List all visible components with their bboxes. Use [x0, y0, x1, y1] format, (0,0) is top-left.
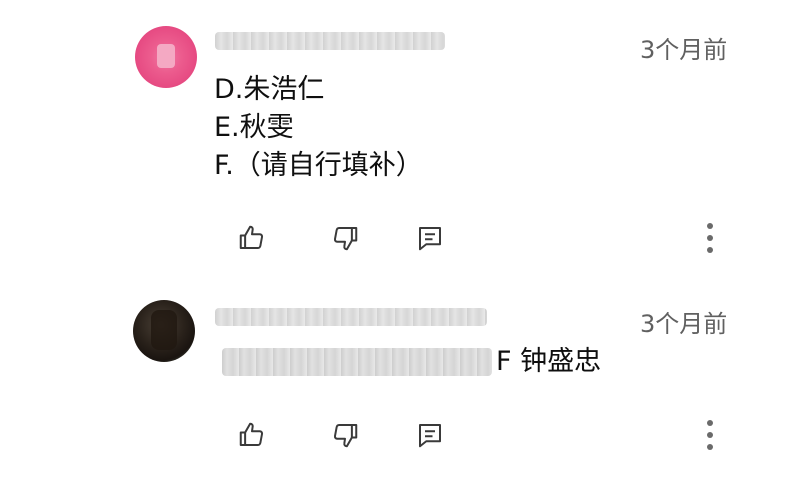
more-vertical-icon [698, 417, 722, 453]
avatar[interactable] [135, 26, 197, 88]
comment-text: F 钟盛忠 [496, 346, 602, 377]
more-vertical-icon [698, 220, 722, 256]
comment-thread-item: 3个月前 D.朱浩仁 E.秋雯 F.（请自行填补） [0, 0, 800, 280]
comment-timestamp[interactable]: 3个月前 [640, 30, 727, 65]
reply-comment-icon [415, 223, 445, 253]
like-button[interactable] [232, 415, 272, 455]
comment-text-line: E.秋雯 [214, 112, 294, 143]
avatar[interactable] [133, 300, 195, 362]
comment-timestamp[interactable]: 3个月前 [640, 304, 727, 339]
thumbs-down-icon [330, 420, 360, 450]
avatar-photo [151, 310, 177, 350]
thumbs-up-icon [237, 223, 267, 253]
avatar-initial [157, 44, 175, 68]
dislike-button[interactable] [325, 218, 365, 258]
dislike-button[interactable] [325, 415, 365, 455]
more-options-button[interactable] [690, 218, 730, 258]
thumbs-down-icon [330, 223, 360, 253]
comment-text-line: F.（请自行填补） [214, 150, 423, 181]
like-button[interactable] [232, 218, 272, 258]
comment-text-line: D.朱浩仁 [214, 74, 325, 105]
reply-button[interactable] [410, 218, 450, 258]
username-blurred[interactable] [215, 32, 445, 50]
more-options-button[interactable] [690, 415, 730, 455]
username-blurred[interactable] [215, 308, 487, 326]
thumbs-up-icon [237, 420, 267, 450]
reply-button[interactable] [410, 415, 450, 455]
mention-blurred[interactable] [222, 348, 492, 376]
reply-comment-icon [415, 420, 445, 450]
